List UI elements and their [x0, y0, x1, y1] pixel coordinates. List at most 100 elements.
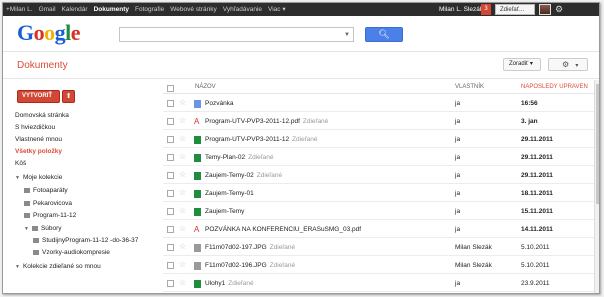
- sidebar-item-label: Kolekcie zdieľané so mnou: [22, 263, 101, 270]
- sidebar-item[interactable]: ▼ Súbory: [24, 225, 62, 232]
- nav-item[interactable]: Dokumenty: [94, 5, 129, 14]
- scrollbar-thumb[interactable]: [596, 84, 599, 204]
- document-title[interactable]: Zaujem-Temy-01: [205, 190, 254, 197]
- google-logo[interactable]: Google: [17, 20, 81, 46]
- document-name[interactable]: Zaujem-Temy: [205, 208, 247, 215]
- expand-triangle-icon[interactable]: ▼: [15, 264, 20, 270]
- column-modified[interactable]: NAPOSLEDY UPRAVEN: [521, 84, 588, 90]
- star-icon[interactable]: ☆: [179, 224, 186, 233]
- row-checkbox[interactable]: [167, 280, 174, 287]
- sidebar-item[interactable]: ▼ Moje kolekcie: [15, 174, 62, 181]
- table-row[interactable]: ☆ Zaujem-Temy ja 15.11.2011: [163, 204, 599, 220]
- table-row[interactable]: ☆ Pozvánka ja 16:56: [163, 96, 599, 112]
- sidebar-item[interactable]: StudijnyProgram-11-12 -do-36-37: [33, 237, 138, 244]
- last-modified: 29.11.2011: [521, 136, 553, 143]
- search-options-icon[interactable]: ▼: [344, 32, 350, 38]
- document-title[interactable]: Program-UTV-PVP3-2011-12.pdf: [205, 118, 300, 125]
- select-all-checkbox[interactable]: [167, 85, 174, 92]
- star-icon[interactable]: ☆: [179, 116, 186, 125]
- sidebar-item[interactable]: Vlastnené mnou: [15, 136, 62, 143]
- document-name[interactable]: POZVÁNKA NA KONFERENCIU_ERASuSMG_03.pdf: [205, 226, 364, 233]
- table-row[interactable]: ☆ F11m07d02-196.JPG Zdieľané Milan Slezák 5.…: [163, 258, 599, 274]
- nav-item[interactable]: +Milan L.: [6, 5, 33, 14]
- document-name[interactable]: Zaujem-Temy-01: [205, 190, 257, 197]
- document-name[interactable]: F11m07d02-197.JPG Zdieľané: [205, 244, 295, 251]
- document-title[interactable]: POZVÁNKA NA KONFERENCIU_ERASuSMG_03.pdf: [205, 226, 361, 233]
- document-title[interactable]: F11m07d02-196.JPG: [205, 262, 267, 269]
- sidebar-item[interactable]: S hviezdičkou: [15, 124, 55, 131]
- document-title[interactable]: F11m07d02-197.JPG: [205, 244, 267, 251]
- star-icon[interactable]: ☆: [179, 242, 186, 251]
- search-input[interactable]: ▼: [119, 27, 354, 42]
- gear-icon[interactable]: ⚙: [555, 4, 563, 15]
- row-checkbox[interactable]: [167, 136, 174, 143]
- star-icon[interactable]: ☆: [179, 170, 186, 179]
- row-checkbox[interactable]: [167, 118, 174, 125]
- avatar[interactable]: [539, 4, 551, 15]
- table-row[interactable]: ☆ Zaujem-Temy-02 Zdieľané ja 29.11.2011: [163, 168, 599, 184]
- table-row[interactable]: ☆ Program-UTV-PVP3-2011-12 Zdieľané ja 29.11…: [163, 132, 599, 148]
- table-row[interactable]: ☆ Ulohy1 Zdieľané ja 23.9.2011: [163, 276, 599, 292]
- nav-item[interactable]: Fotografie: [135, 5, 164, 14]
- sidebar-item[interactable]: ▼ Kolekcie zdieľané so mnou: [15, 263, 101, 270]
- row-checkbox[interactable]: [167, 190, 174, 197]
- table-row[interactable]: ☆ A POZVÁNKA NA KONFERENCIU_ERASuSMG_03.pd…: [163, 222, 599, 238]
- sidebar-item[interactable]: Program-11-12: [24, 212, 76, 219]
- sort-button[interactable]: Zoradiť ▾: [503, 58, 541, 71]
- column-name[interactable]: NÁZOV: [195, 84, 216, 90]
- sidebar-item[interactable]: Domovská stránka: [15, 112, 69, 119]
- nav-item[interactable]: Gmail: [39, 5, 56, 14]
- sidebar-item[interactable]: Kôš: [15, 160, 26, 167]
- star-icon[interactable]: ☆: [179, 260, 186, 269]
- star-icon[interactable]: ☆: [179, 98, 186, 107]
- document-title[interactable]: Zaujem-Temy: [205, 208, 244, 215]
- nav-item[interactable]: Viac ▾: [268, 5, 286, 14]
- nav-item[interactable]: Kalendár: [62, 5, 88, 14]
- document-title[interactable]: Temy-Plan-02: [205, 154, 245, 161]
- document-name[interactable]: Program-UTV-PVP3-2011-12 Zdieľané: [205, 136, 317, 143]
- upload-button[interactable]: ⬆: [62, 90, 75, 103]
- user-name[interactable]: Milan L. Slezák: [439, 5, 483, 14]
- star-icon[interactable]: ☆: [179, 134, 186, 143]
- document-name[interactable]: Pozvánka: [205, 100, 237, 107]
- row-checkbox[interactable]: [167, 262, 174, 269]
- star-icon[interactable]: ☆: [179, 278, 186, 287]
- document-name[interactable]: Program-UTV-PVP3-2011-12.pdf Zdieľané: [205, 118, 328, 125]
- search-button[interactable]: 🔍︎: [365, 27, 403, 42]
- sidebar-item[interactable]: Fotoaparáty: [24, 187, 68, 194]
- document-name[interactable]: F11m07d02-196.JPG Zdieľané: [205, 262, 295, 269]
- notification-count[interactable]: 3: [481, 4, 491, 15]
- table-row[interactable]: ☆ A Program-UTV-PVP3-2011-12.pdf Zdieľané ja…: [163, 114, 599, 130]
- document-title[interactable]: Program-UTV-PVP3-2011-12: [205, 136, 289, 143]
- document-title[interactable]: Pozvánka: [205, 100, 234, 107]
- scrollbar[interactable]: [594, 80, 599, 293]
- nav-item[interactable]: Vyhľadávanie: [223, 5, 262, 14]
- expand-triangle-icon[interactable]: ▼: [15, 175, 20, 181]
- sidebar-item[interactable]: Pekarovicova: [24, 200, 72, 207]
- document-name[interactable]: Temy-Plan-02 Zdieľané: [205, 154, 274, 161]
- row-checkbox[interactable]: [167, 154, 174, 161]
- table-row[interactable]: ☆ Zaujem-Temy-01 ja 18.11.2011: [163, 186, 599, 202]
- settings-button[interactable]: ⚙ ▾: [548, 58, 588, 71]
- expand-triangle-icon[interactable]: ▼: [24, 226, 29, 232]
- document-name[interactable]: Zaujem-Temy-02 Zdieľané: [205, 172, 282, 179]
- row-checkbox[interactable]: [167, 244, 174, 251]
- document-title[interactable]: Zaujem-Temy-02: [205, 172, 254, 179]
- sidebar-item[interactable]: Všetky položky: [15, 148, 62, 155]
- star-icon[interactable]: ☆: [179, 152, 186, 161]
- star-icon[interactable]: ☆: [179, 206, 186, 215]
- row-checkbox[interactable]: [167, 172, 174, 179]
- create-button[interactable]: VYTVORIŤ: [17, 90, 60, 103]
- sidebar-item[interactable]: Vzorky-audiokompresie: [33, 249, 110, 256]
- star-icon[interactable]: ☆: [179, 188, 186, 197]
- column-owner[interactable]: VLASTNÍK: [455, 84, 484, 90]
- nav-item[interactable]: Webové stránky: [170, 5, 216, 14]
- table-row[interactable]: ☆ F11m07d02-197.JPG Zdieľané Milan Slezák 5.…: [163, 240, 599, 256]
- row-checkbox[interactable]: [167, 100, 174, 107]
- share-button[interactable]: Zdieľať...: [495, 4, 535, 15]
- document-title[interactable]: Ulohy1: [205, 280, 225, 287]
- row-checkbox[interactable]: [167, 226, 174, 233]
- row-checkbox[interactable]: [167, 208, 174, 215]
- table-row[interactable]: ☆ Temy-Plan-02 Zdieľané ja 29.11.2011: [163, 150, 599, 166]
- document-name[interactable]: Ulohy1 Zdieľané: [205, 280, 254, 287]
